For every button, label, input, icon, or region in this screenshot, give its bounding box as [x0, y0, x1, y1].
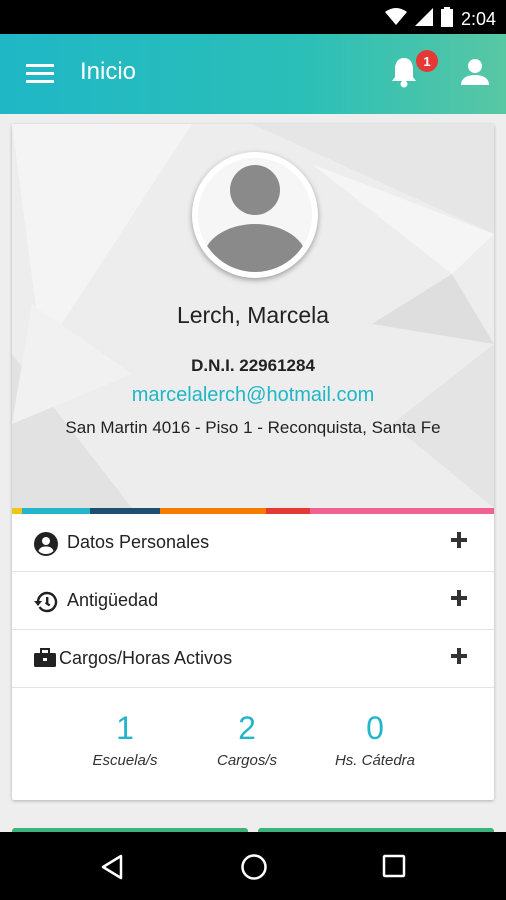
stat-value: 2: [238, 710, 256, 746]
expand-plus-icon[interactable]: [450, 531, 468, 549]
status-bar: 2:04: [0, 0, 506, 34]
user-dni: D.N.I. 22961284: [191, 356, 315, 375]
stats-panel: 1 Escuela/s 2 Cargos/s 0 Hs. Cátedra: [12, 688, 494, 798]
section-label: Antigüedad: [67, 590, 159, 610]
section-label: Cargos/Horas Activos: [59, 648, 233, 668]
stat-value: 1: [116, 710, 134, 746]
recents-icon[interactable]: [382, 854, 406, 883]
history-icon: [34, 590, 58, 619]
back-icon[interactable]: [100, 854, 124, 885]
profile-card: Lerch, Marcela D.N.I. 22961284 marcelale…: [12, 124, 494, 800]
signal-icon: [414, 8, 433, 31]
user-email[interactable]: marcelalerch@hotmail.com: [12, 384, 494, 407]
person-placeholder-icon: [198, 158, 312, 272]
notifications-button[interactable]: 1: [390, 50, 438, 96]
profile-header: Lerch, Marcela D.N.I. 22961284 marcelale…: [12, 124, 494, 508]
expand-plus-icon[interactable]: [450, 647, 468, 665]
user-address: San Martin 4016 - Piso 1 - Reconquista, …: [65, 418, 441, 437]
stat-escuelas: 1 Escuela/s: [60, 708, 190, 769]
stat-label: Escuela/s: [92, 752, 158, 769]
account-icon[interactable]: [461, 58, 489, 91]
expand-plus-icon[interactable]: [450, 589, 468, 607]
section-cargos-horas[interactable]: Cargos/Horas Activos: [12, 630, 494, 688]
stat-value: 0: [366, 710, 384, 746]
status-time: 2:04: [460, 9, 496, 29]
navigation-bar: [0, 832, 506, 900]
stat-label: Cargos/s: [216, 752, 278, 769]
page-title: Inicio: [80, 58, 137, 85]
avatar: [192, 152, 318, 278]
stat-hs-catedra: 0 Hs. Cátedra: [310, 708, 440, 769]
home-icon[interactable]: [240, 853, 268, 886]
section-label: Datos Personales: [67, 532, 210, 552]
section-antiguedad[interactable]: Antigüedad: [12, 572, 494, 630]
menu-icon[interactable]: [26, 62, 54, 89]
stat-label: Hs. Cátedra: [334, 752, 416, 769]
account-circle-icon: [34, 532, 58, 561]
bell-icon: [390, 58, 418, 92]
section-datos-personales[interactable]: Datos Personales: [12, 514, 494, 572]
notification-badge: 1: [416, 50, 438, 72]
briefcase-icon: [34, 648, 56, 673]
stat-cargos: 2 Cargos/s: [182, 708, 312, 769]
wifi-icon: [384, 8, 407, 31]
user-name: Lerch, Marcela: [176, 302, 330, 328]
battery-icon: [440, 7, 453, 32]
app-bar: Inicio 1: [0, 34, 506, 114]
